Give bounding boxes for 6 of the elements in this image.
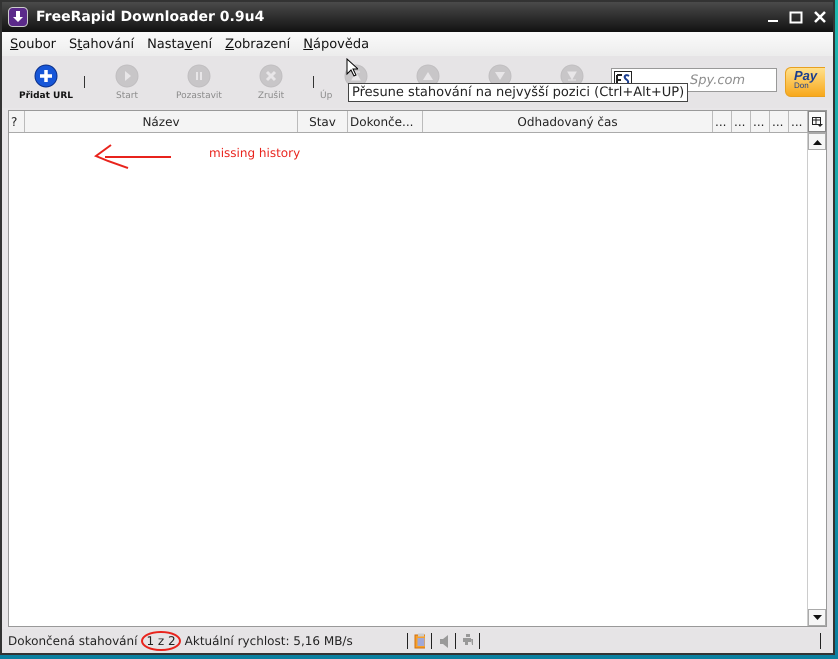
speed-text: Aktuální rychlost: 5,16 MB/s (184, 634, 353, 648)
annotation-note: missing history (209, 146, 300, 160)
status-label: Dokončená stahování (8, 634, 138, 648)
completed-count: 1 z 2 (141, 631, 181, 651)
tooltip: Přesune stahování na nejvyšší pozici (Ctrl+Alt+UP) (348, 83, 688, 102)
window-title: FreeRapid Downloader 0.9u4 (36, 9, 266, 25)
